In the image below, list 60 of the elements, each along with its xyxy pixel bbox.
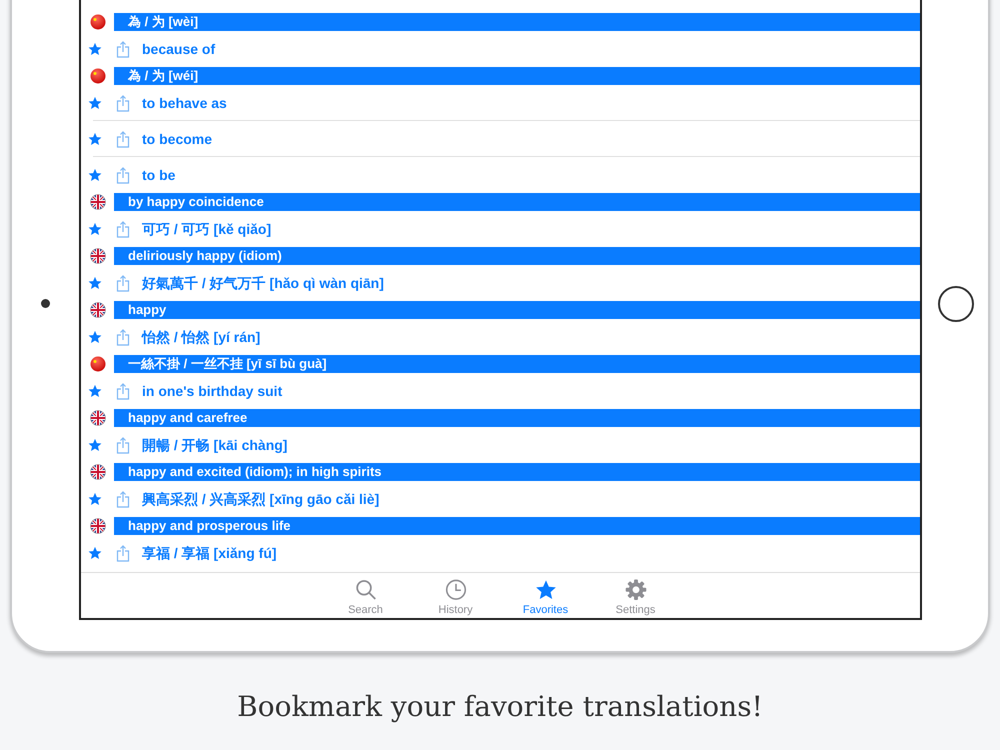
translation-text[interactable]: 興高采烈 / 兴高采烈 [xīng gāo cǎi liè] [142,488,380,510]
search-icon [354,579,376,600]
share-icon[interactable] [116,94,130,112]
share-icon[interactable] [116,274,130,292]
section-header: 為 / 为 [wéi] [114,67,920,85]
section-header: deliriously happy (idiom) [114,247,920,265]
star-icon[interactable] [88,384,102,398]
star-icon[interactable] [88,438,102,452]
star-icon[interactable] [88,492,102,506]
share-icon[interactable] [116,544,130,562]
caption: Bookmark your favorite translations! [236,689,764,725]
star-icon[interactable] [88,330,102,344]
translation-text[interactable]: 好氣萬千 / 好气万千 [hǎo qì wàn qiān] [142,272,384,294]
section-header: happy and carefree [114,409,920,427]
section-header: by happy coincidence [114,193,920,211]
translation-text[interactable]: because of [142,38,216,60]
share-icon[interactable] [116,436,130,454]
uk-flag-icon [90,194,106,210]
translation-text[interactable]: 可巧 / 可巧 [kě qiǎo] [142,218,272,240]
translation-text[interactable]: to be [142,164,176,186]
uk-flag-icon [90,248,106,264]
uk-flag-icon [90,464,106,480]
share-icon[interactable] [116,220,130,238]
star-icon[interactable] [88,42,102,56]
star-icon[interactable] [88,222,102,236]
translation-text[interactable]: to behave as [142,92,227,114]
star-icon[interactable] [88,546,102,560]
star-icon[interactable] [88,96,102,110]
section-header: happy and prosperous life [114,517,920,535]
translation-text[interactable]: to become [142,128,212,150]
clock-icon [444,579,466,600]
home-button[interactable] [938,286,974,322]
tab[interactable]: Search [340,579,392,618]
star-icon[interactable] [88,276,102,290]
tab[interactable]: Settings [610,579,662,618]
share-icon[interactable] [116,490,130,508]
section-header: 為 / 为 [wèi] [114,13,920,31]
share-icon[interactable] [116,328,130,346]
section-header: happy [114,301,920,319]
translation-text[interactable]: 怡然 / 怡然 [yí rán] [142,326,260,348]
star-icon[interactable] [88,132,102,146]
china-flag-icon [90,14,106,30]
translation-text[interactable]: in one's birthday suit [142,380,282,402]
share-icon[interactable] [116,40,130,58]
star-icon[interactable] [88,168,102,182]
translation-text[interactable]: 開暢 / 开畅 [kāi chàng] [142,434,288,456]
china-flag-icon [90,68,106,84]
uk-flag-icon [90,302,106,318]
star-icon [534,579,556,600]
share-icon[interactable] [116,130,130,148]
section-header: 一絲不掛 / 一丝不挂 [yī sī bù guà] [114,355,920,373]
share-icon[interactable] [116,382,130,400]
tab[interactable]: Favorites [520,579,572,618]
translation-text[interactable]: 享福 / 享福 [xiǎng fú] [142,542,277,564]
section-header: happy and excited (idiom); in high spirits [114,463,920,481]
uk-flag-icon [90,410,106,426]
tab[interactable]: History [430,579,482,618]
uk-flag-icon [90,518,106,534]
share-icon[interactable] [116,166,130,184]
china-flag-icon [90,356,106,372]
